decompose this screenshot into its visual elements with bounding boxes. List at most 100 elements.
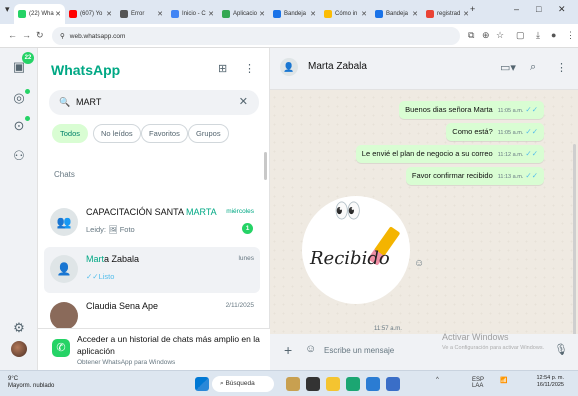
windows-activation-title: Activar Windows (442, 332, 509, 342)
search-input[interactable]: 🔍 MART ✕ (49, 90, 259, 115)
conversation-scrollbar[interactable] (573, 144, 576, 344)
language-indicator[interactable]: ESP LAA (472, 377, 484, 389)
person-avatar-icon: 👤 (50, 255, 78, 283)
message-bubble[interactable]: Como está? 11:05 a.m. ✓✓ (446, 123, 544, 141)
bookmark-star-icon[interactable]: ☆ (496, 30, 504, 41)
conversation-header[interactable]: 👤 Marta Zabala ▭▾ ⌕ ⋮ (270, 48, 578, 90)
maximize-icon[interactable]: □ (536, 4, 541, 14)
install-icon[interactable]: ⧉ (468, 30, 474, 41)
filter-grupos[interactable]: Grupos (188, 124, 229, 143)
unread-badge: 1 (242, 223, 253, 234)
microphone-icon[interactable]: 🎙 (554, 343, 568, 356)
reload-icon[interactable]: ↻ (36, 30, 44, 41)
tab-close-icon[interactable]: ✕ (208, 10, 214, 18)
browser-tab[interactable]: registrad ✕ (422, 4, 473, 24)
tab-close-icon[interactable]: ✕ (361, 10, 367, 18)
network-icon[interactable]: 📶 (500, 377, 507, 384)
browser-tab[interactable]: (607) Yo ✕ (65, 4, 116, 24)
message-bubble[interactable]: Le envié el plan de negocio a su correo 1… (355, 145, 544, 163)
taskbar-app-icon[interactable] (286, 377, 300, 391)
my-profile-avatar[interactable] (11, 341, 27, 357)
download-icon[interactable]: ⤓ (536, 30, 540, 41)
tab-label: Bandeja (284, 11, 307, 17)
message-bubble[interactable]: Favor confirmar recibido 11:13 a.m. ✓✓ (405, 167, 544, 185)
chat-list-panel: WhatsApp ⊞ ⋮ 🔍 MART ✕ Todos No leídos Fa… (38, 48, 270, 370)
edge-icon[interactable] (386, 377, 400, 391)
chat-row-marta-zabala[interactable]: 👤 Marta Zabala ✓✓Listo lunes (44, 247, 260, 293)
tab-favicon-icon (120, 10, 128, 18)
taskbar-clock[interactable]: 12:54 p. m. 16/11/2025 (536, 375, 564, 389)
new-tab-button[interactable]: + (470, 4, 475, 14)
chat-name: Claudia Sena Ape (86, 301, 159, 311)
promo-link[interactable]: Obtener WhatsApp para Windows (77, 359, 175, 366)
tab-label: Bandeja (386, 11, 409, 17)
browser-tab[interactable]: Aplicacio ✕ (218, 4, 269, 24)
tray-chevron-icon[interactable]: ^ (436, 377, 439, 383)
tab-close-icon[interactable]: ✕ (259, 10, 265, 18)
react-emoji-icon[interactable]: ☺ (414, 258, 424, 269)
site-info-icon[interactable]: ⚲ (60, 32, 65, 40)
taskbar-search[interactable]: ⌕ Búsqueda (212, 376, 274, 392)
extensions-icon[interactable]: ▢ (516, 30, 525, 41)
windows-activation-sub: Ve a Configuración para activar Windows. (442, 345, 545, 351)
tab-favicon-icon (426, 10, 434, 18)
close-window-icon[interactable]: ✕ (558, 4, 566, 15)
browser-tab[interactable]: Cómo in ✕ (320, 4, 371, 24)
tab-close-icon[interactable]: ✕ (463, 10, 469, 18)
tab-close-icon[interactable]: ✕ (310, 10, 316, 18)
browser-tab[interactable]: Inicio - C ✕ (167, 4, 218, 24)
tab-favicon-icon (324, 10, 332, 18)
weather-widget[interactable]: 9°C Mayorm. nublado (8, 376, 54, 390)
new-chat-icon[interactable]: ⊞ (218, 62, 227, 75)
channels-dot (25, 116, 30, 121)
clear-search-icon[interactable]: ✕ (239, 95, 248, 108)
url-text: web.whatsapp.com (69, 32, 126, 40)
url-field[interactable]: ⚲ web.whatsapp.com (52, 27, 460, 45)
emoji-icon[interactable]: ☺ (305, 343, 316, 355)
sidebar-menu-icon[interactable]: ⋮ (244, 62, 255, 75)
contact-avatar-icon[interactable]: 👤 (280, 58, 298, 76)
zoom-icon[interactable]: ⊕ (482, 30, 490, 41)
message-bubble[interactable]: Buenos dias señora Marta 11:05 a.m. ✓✓ (399, 101, 544, 119)
back-icon[interactable]: ← (8, 30, 17, 40)
video-call-icon[interactable]: ▭▾ (500, 61, 516, 74)
tab-close-icon[interactable]: ✕ (55, 10, 61, 18)
filter-favoritos[interactable]: Favoritos (141, 124, 188, 143)
tab-search-icon[interactable]: ▾ (5, 4, 10, 15)
attach-plus-icon[interactable]: + (284, 342, 292, 358)
browser-tab[interactable]: Bandeja ✕ (371, 4, 422, 24)
file-explorer-icon[interactable] (326, 377, 340, 391)
communities-icon[interactable]: ⚇ (11, 148, 27, 164)
profile-icon[interactable]: ● (551, 30, 556, 40)
search-messages-icon[interactable]: ⌕ (530, 61, 536, 74)
conversation-menu-icon[interactable]: ⋮ (556, 61, 567, 74)
minimize-icon[interactable]: – (514, 4, 519, 14)
tab-close-icon[interactable]: ✕ (157, 10, 163, 18)
chat-row-capacitacion[interactable]: 👥 CAPACITACIÓN SANTA MARTA Leidy: 🖼 Foto… (44, 200, 260, 246)
browser-tab[interactable]: Error ✕ (116, 4, 167, 24)
filter-todos[interactable]: Todos (52, 124, 89, 143)
tab-favicon-icon (222, 10, 230, 18)
task-view-icon[interactable] (306, 377, 320, 391)
forward-icon[interactable]: → (22, 30, 31, 40)
tab-close-icon[interactable]: ✕ (412, 10, 418, 18)
store-icon[interactable] (366, 377, 380, 391)
chat-preview: Leidy: 🖼 Foto (86, 225, 135, 234)
channels-icon[interactable]: ⊙ (11, 118, 27, 134)
download-app-banner[interactable]: ✆ Acceder a un historial de chats más am… (38, 328, 270, 370)
chrome-icon[interactable] (346, 377, 360, 391)
browser-tab[interactable]: (22) Wha ✕ (14, 4, 65, 24)
browser-menu-icon[interactable]: ⋮ (566, 30, 575, 41)
app-title: WhatsApp (51, 62, 121, 78)
tab-label: Cómo in (335, 11, 358, 17)
chat-list-scrollbar[interactable] (264, 152, 267, 180)
tab-close-icon[interactable]: ✕ (106, 10, 112, 18)
browser-tab[interactable]: Bandeja ✕ (269, 4, 320, 24)
start-button-icon[interactable] (195, 377, 209, 391)
filter-no-leidos[interactable]: No leídos (93, 124, 141, 143)
contact-name[interactable]: Marta Zabala (308, 61, 367, 72)
chat-time: 2/11/2025 (225, 302, 254, 309)
message-input[interactable]: Escribe un mensaje (324, 346, 394, 355)
tab-label: Error (131, 11, 145, 17)
settings-gear-icon[interactable]: ⚙ (11, 320, 27, 336)
